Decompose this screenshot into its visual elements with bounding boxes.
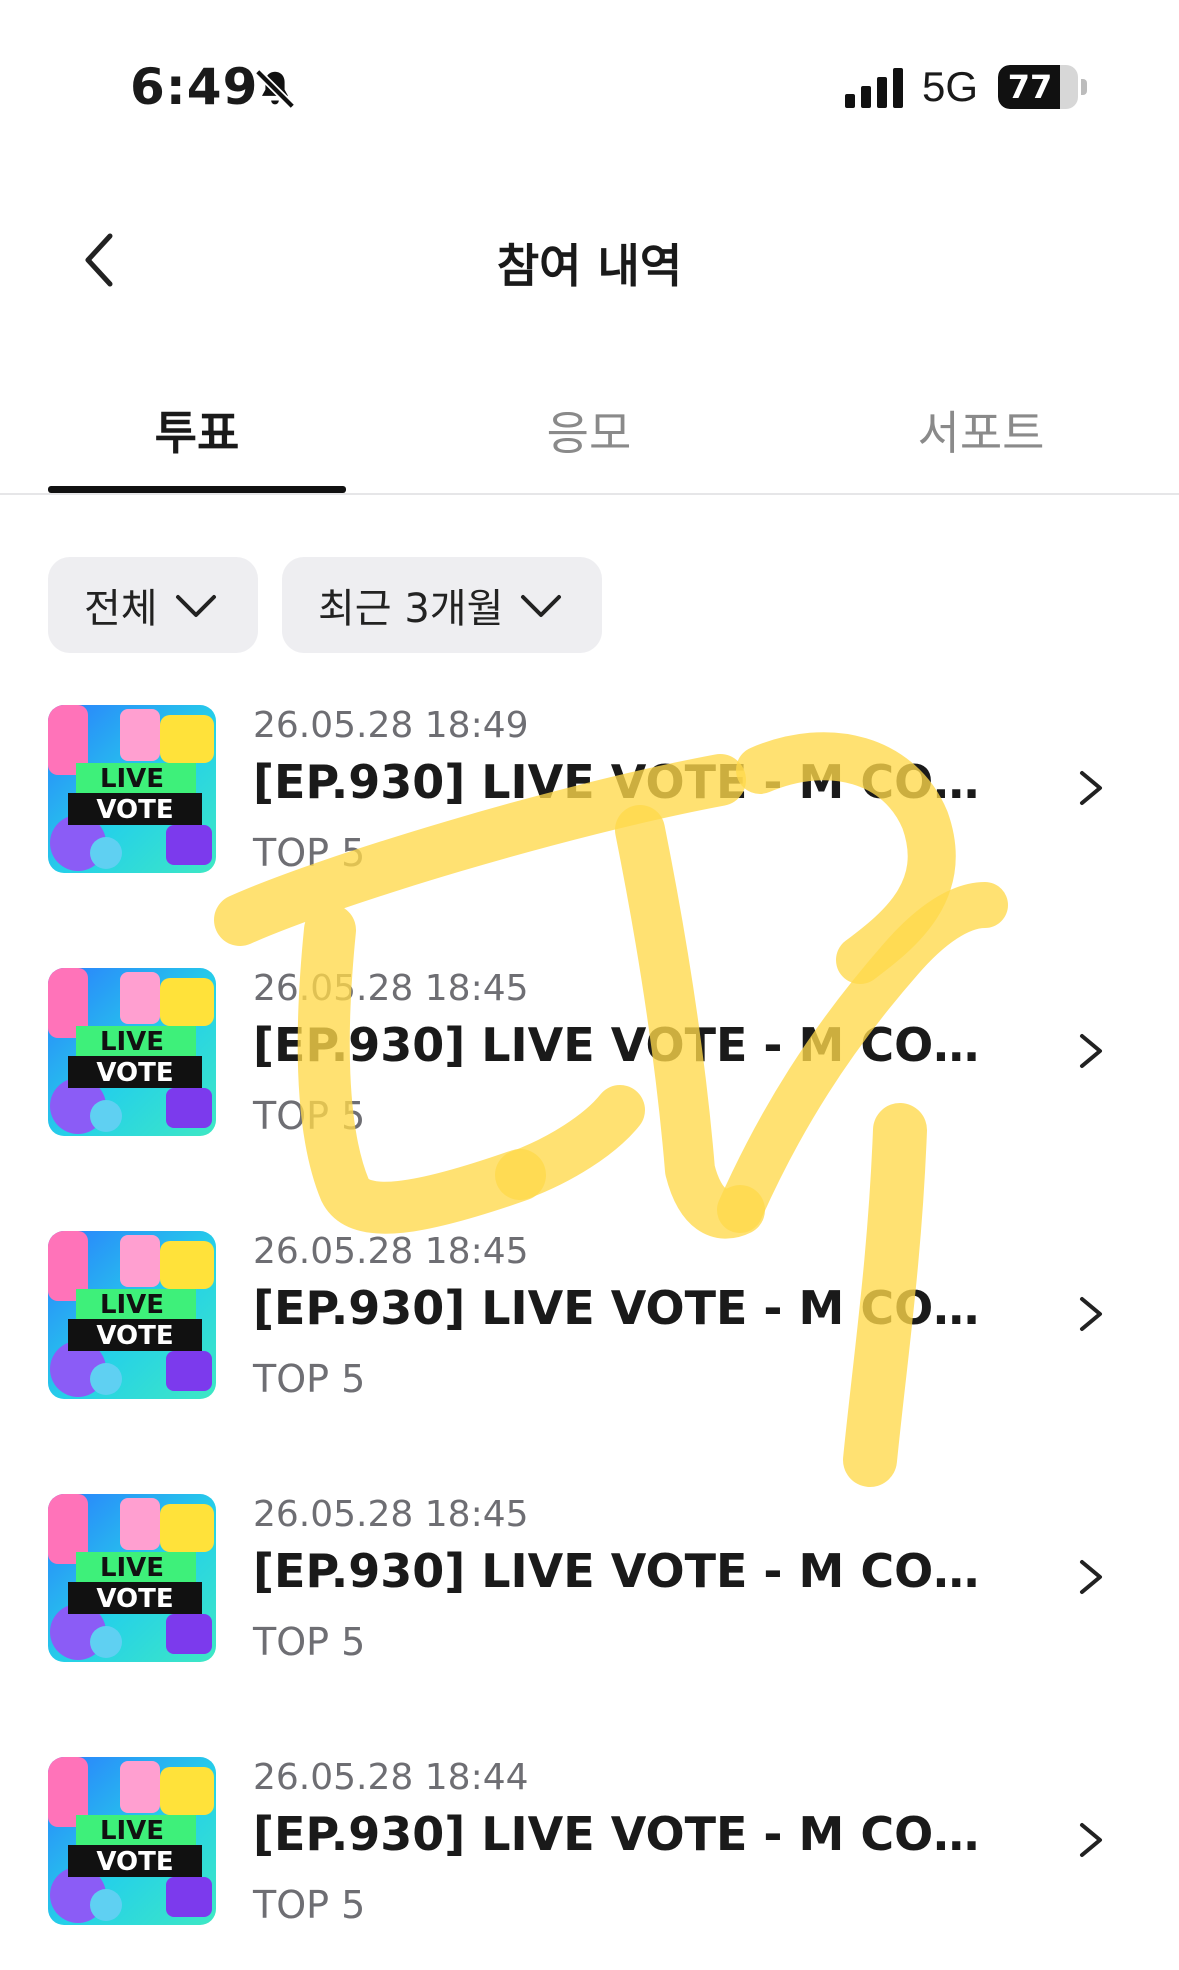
battery-tip [1081,79,1087,95]
filter-all-dropdown[interactable]: 전체 [48,557,258,653]
vote-thumbnail: LIVE VOTE [48,1494,216,1662]
active-tab-indicator [48,486,346,493]
thumb-live-text: LIVE [100,1290,164,1320]
vote-thumbnail: LIVE VOTE [48,1757,216,1925]
vote-thumbnail: LIVE VOTE [48,1231,216,1399]
tab-divider [0,493,1179,495]
battery-level: 77 [1007,68,1053,106]
thumb-vote-text: VOTE [96,795,173,825]
item-date: 26.05.28 18:45 [253,1231,529,1272]
thumb-live-text: LIVE [100,764,164,794]
item-subtitle: TOP 5 [253,1357,366,1401]
chevron-right-icon [1080,1034,1102,1068]
list-item[interactable]: LIVE VOTE 26.05.28 18:49 [EP.930] LIVE VO… [0,705,1179,895]
tab-vote[interactable]: 투표 [48,380,346,480]
cellular-signal-icon [845,68,903,108]
item-date: 26.05.28 18:44 [253,1757,529,1798]
item-title: [EP.930] LIVE VOTE - M COUNTDOWN [253,1544,1003,1598]
thumb-vote-text: VOTE [96,1058,173,1088]
list-item[interactable]: LIVE VOTE 26.05.28 18:45 [EP.930] LIVE VO… [0,1231,1179,1421]
item-date: 26.05.28 18:49 [253,705,529,746]
filter-period-dropdown[interactable]: 최근 3개월 [282,557,602,653]
list-item[interactable]: LIVE VOTE 26.05.28 18:45 [EP.930] LIVE VO… [0,968,1179,1158]
vote-thumbnail: LIVE VOTE [48,705,216,873]
item-title: [EP.930] LIVE VOTE - M COUNTDOWN [253,1018,1003,1072]
vote-thumbnail: LIVE VOTE [48,968,216,1136]
filter-all-label: 전체 [84,586,158,632]
page-title: 참여 내역 [496,239,683,293]
item-subtitle: TOP 5 [253,1094,366,1138]
chevron-right-icon [1080,771,1102,805]
tab-support[interactable]: 서포트 [832,380,1130,480]
chevron-right-icon [1080,1297,1102,1331]
network-type: 5G [922,63,979,110]
item-title: [EP.930] LIVE VOTE - M COUNTDOWN [253,1281,1003,1335]
filter-period-label: 최근 3개월 [318,586,504,632]
battery-icon: 77 [998,65,1078,109]
item-title: [EP.930] LIVE VOTE - M COUNTDOWN [253,755,1003,809]
thumb-vote-text: VOTE [96,1321,173,1351]
item-subtitle: TOP 5 [253,1883,366,1927]
thumb-vote-text: VOTE [96,1584,173,1614]
thumb-live-text: LIVE [100,1553,164,1583]
thumb-vote-text: VOTE [96,1847,173,1877]
tab-bar: 투표 응모 서포트 [0,380,1179,495]
list-item[interactable]: LIVE VOTE 26.05.28 18:45 [EP.930] LIVE VO… [0,1494,1179,1684]
chevron-down-icon [521,595,562,617]
item-title: [EP.930] LIVE VOTE - M COUNTDOWN [253,1807,1003,1861]
thumb-live-text: LIVE [100,1027,164,1057]
bell-muted-icon [255,69,295,109]
tab-entry[interactable]: 응모 [440,380,738,480]
chevron-right-icon [1080,1560,1102,1594]
chevron-down-icon [175,595,216,617]
item-subtitle: TOP 5 [253,831,366,875]
chevron-right-icon [1080,1823,1102,1857]
item-subtitle: TOP 5 [253,1620,366,1664]
thumb-live-text: LIVE [100,1816,164,1846]
list-item[interactable]: LIVE VOTE 26.05.28 18:44 [EP.930] LIVE VO… [0,1757,1179,1947]
item-date: 26.05.28 18:45 [253,968,529,1009]
status-time: 6:49 [130,58,259,116]
item-date: 26.05.28 18:45 [253,1494,529,1535]
